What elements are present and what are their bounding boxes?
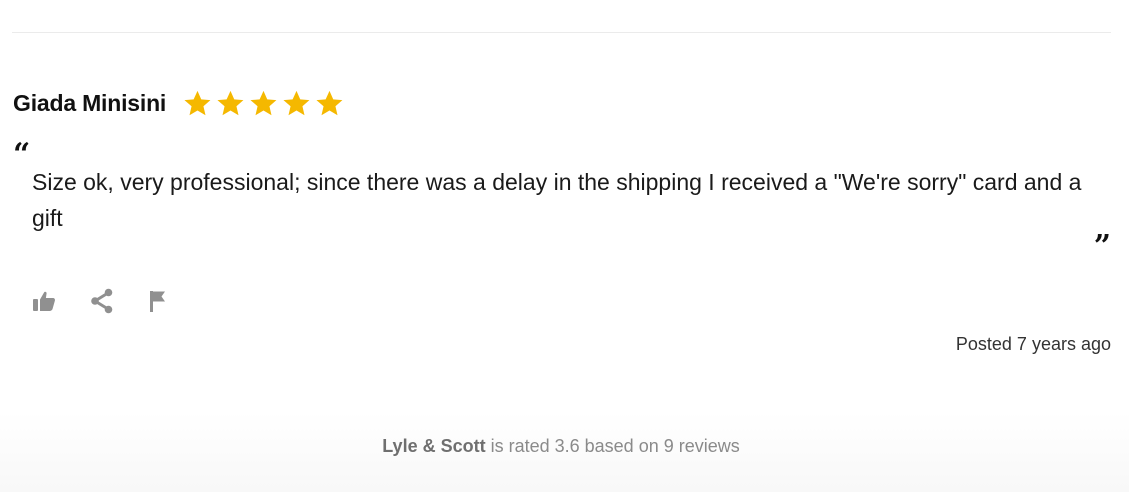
rating-summary-text: is rated 3.6 based on 9 reviews xyxy=(485,436,740,456)
flag-icon xyxy=(150,291,165,312)
brand-name: Lyle & Scott xyxy=(382,436,486,456)
top-divider xyxy=(12,32,1111,33)
helpful-button[interactable] xyxy=(32,289,56,313)
star-icon xyxy=(184,90,211,115)
review-page: Giada Minisini “ Size ok, very professio… xyxy=(0,0,1129,492)
thumbs-up-icon xyxy=(33,291,55,311)
star-icon xyxy=(316,90,343,115)
close-quote-mark: ” xyxy=(1093,229,1111,264)
share-icon xyxy=(91,288,113,314)
share-button[interactable] xyxy=(90,288,114,314)
open-quote-mark: “ xyxy=(13,137,31,172)
review-card: Giada Minisini “ Size ok, very professio… xyxy=(13,80,1111,355)
review-actions xyxy=(32,288,168,314)
star-icon xyxy=(250,90,277,115)
report-button[interactable] xyxy=(148,289,168,313)
reviewer-name: Giada Minisini xyxy=(13,89,167,116)
star-icon xyxy=(283,90,310,115)
star-rating xyxy=(182,88,345,119)
posted-date: Posted 7 years ago xyxy=(955,334,1111,354)
ratings-footer: Lyle & Scott is rated 3.6 based on 9 rev… xyxy=(0,412,1129,492)
review-text: Size ok, very professional; since there … xyxy=(32,169,1082,231)
review-header: Giada Minisini xyxy=(13,80,1111,126)
star-icon xyxy=(217,90,244,115)
rating-summary: Lyle & Scott is rated 3.6 based on 9 rev… xyxy=(0,436,1122,457)
